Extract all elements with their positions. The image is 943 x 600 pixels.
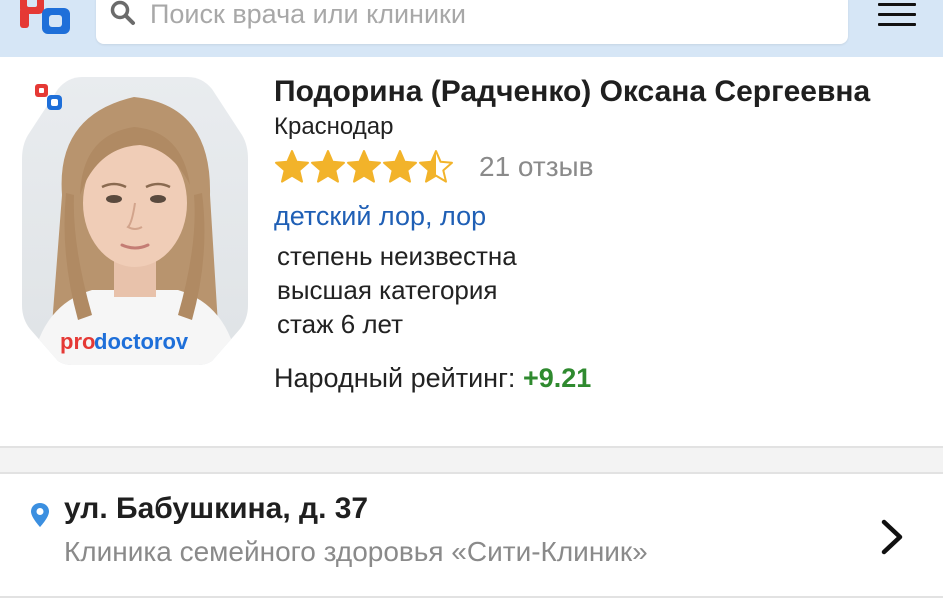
- specialty-link[interactable]: лор: [440, 201, 486, 231]
- star-icon: [311, 150, 345, 183]
- star-icon: [419, 150, 453, 183]
- hamburger-menu-icon[interactable]: [878, 0, 918, 30]
- rating-value: +9.21: [522, 363, 592, 393]
- chevron-right-icon[interactable]: [878, 518, 906, 556]
- prodoctorov-mini-logo-icon: [35, 84, 62, 110]
- rating-label: Народный рейтинг:: [274, 363, 523, 393]
- doctor-city: Краснодар: [274, 113, 394, 140]
- specialty-link[interactable]: детский лор: [274, 201, 425, 231]
- star-icon: [347, 150, 381, 183]
- star-icon: [383, 150, 417, 183]
- doctor-photo[interactable]: pro doctorov: [22, 75, 248, 365]
- clinic-address-row[interactable]: ул. Бабушкина, д. 37 Клиника семейного з…: [0, 474, 943, 600]
- rating-stars[interactable]: [274, 149, 458, 185]
- prodoctorov-logo-icon[interactable]: [18, 0, 74, 36]
- divider: [0, 596, 943, 598]
- search-box[interactable]: [96, 0, 848, 44]
- clinic-street: ул. Бабушкина, д. 37: [64, 492, 369, 525]
- photo-watermark-pro: pro: [60, 329, 95, 354]
- reviews-count-link[interactable]: 21 отзыв: [479, 151, 594, 183]
- doctor-card: pro doctorov Подорина (Радченко) Оксана …: [0, 57, 943, 447]
- star-icon: [275, 150, 309, 183]
- doctor-experience: стаж 6 лет: [277, 309, 404, 339]
- doctor-category: высшая категория: [277, 275, 498, 305]
- specialties: детский лор, лор: [274, 201, 486, 232]
- specialty-separator: ,: [425, 201, 441, 231]
- doctor-name: Подорина (Радченко) Оксана Сергеевна: [274, 75, 871, 108]
- location-pin-icon: [31, 503, 49, 527]
- clinic-name: Клиника семейного здоровья «Сити-Клиник»: [64, 536, 648, 567]
- top-bar: [0, 0, 943, 57]
- people-rating: Народный рейтинг: +9.21: [274, 363, 591, 394]
- doctor-degree: степень неизвестна: [277, 241, 517, 271]
- search-icon[interactable]: [110, 0, 136, 26]
- photo-watermark-doctorov: doctorov: [94, 329, 189, 354]
- search-input[interactable]: [150, 0, 830, 34]
- section-gap: [0, 448, 943, 472]
